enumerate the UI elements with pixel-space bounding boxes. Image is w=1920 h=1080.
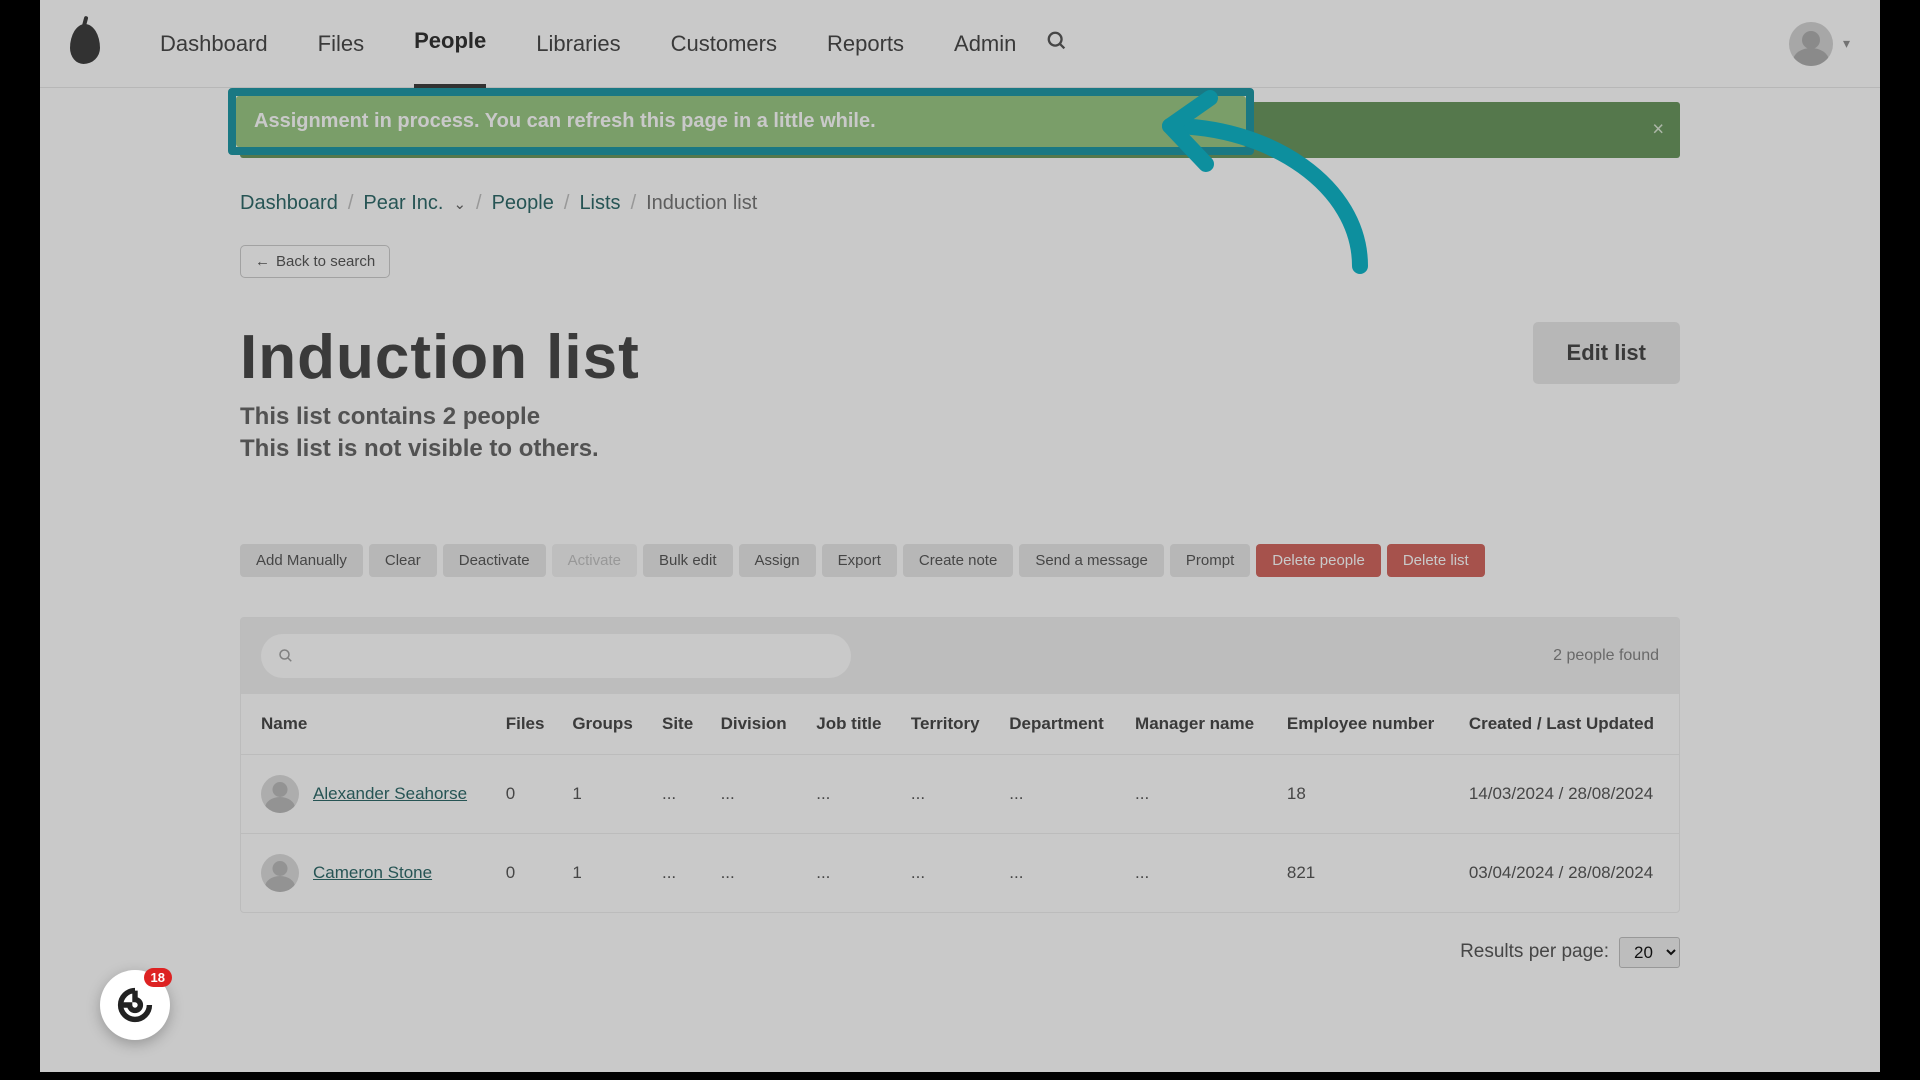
- division-cell: ...: [709, 833, 805, 912]
- column-header[interactable]: Department: [997, 694, 1123, 755]
- back-to-search-button[interactable]: ← Back to search: [240, 245, 390, 278]
- notification-badge: 18: [144, 968, 172, 987]
- nav-item-files[interactable]: Files: [318, 1, 364, 87]
- nav-item-customers[interactable]: Customers: [671, 1, 777, 87]
- files-cell: 0: [494, 754, 561, 833]
- manager-cell: ...: [1123, 833, 1275, 912]
- job-cell: ...: [804, 833, 899, 912]
- close-icon[interactable]: ×: [1652, 119, 1664, 142]
- department-cell: ...: [997, 754, 1123, 833]
- alert-message: Assignment in process. You can refresh t…: [236, 96, 1246, 147]
- files-cell: 0: [494, 833, 561, 912]
- table-row: Cameron Stone01..................82103/0…: [241, 833, 1679, 912]
- breadcrumb-item[interactable]: Pear Inc.: [363, 192, 443, 215]
- column-header[interactable]: Site: [650, 694, 709, 755]
- column-header[interactable]: Employee number: [1275, 694, 1457, 755]
- page-subtitle: This list contains 2 people This list is…: [240, 401, 1680, 466]
- column-header[interactable]: Name: [241, 694, 494, 755]
- search-icon[interactable]: [1046, 30, 1068, 57]
- back-button-label: Back to search: [276, 253, 375, 270]
- prompt-button[interactable]: Prompt: [1170, 544, 1250, 577]
- pager-label: Results per page:: [1460, 941, 1609, 963]
- dates-cell: 03/04/2024 / 28/08/2024: [1457, 833, 1679, 912]
- column-header[interactable]: Created / Last Updated: [1457, 694, 1679, 755]
- subtitle-line: This list is not visible to others.: [240, 433, 1680, 465]
- nav-item-libraries[interactable]: Libraries: [536, 1, 620, 87]
- widget-logo-icon: [117, 987, 153, 1023]
- empno-cell: 821: [1275, 833, 1457, 912]
- department-cell: ...: [997, 833, 1123, 912]
- column-header[interactable]: Manager name: [1123, 694, 1275, 755]
- breadcrumb-item[interactable]: People: [492, 192, 554, 215]
- page-title: Induction list: [240, 322, 640, 393]
- empno-cell: 18: [1275, 754, 1457, 833]
- activate-button: Activate: [552, 544, 637, 577]
- site-cell: ...: [650, 754, 709, 833]
- territory-cell: ...: [899, 833, 997, 912]
- person-link[interactable]: Alexander Seahorse: [313, 784, 467, 804]
- arrow-left-icon: ←: [255, 253, 270, 270]
- nav-item-admin[interactable]: Admin: [954, 1, 1016, 87]
- person-link[interactable]: Cameron Stone: [313, 863, 432, 883]
- groups-cell: 1: [560, 833, 650, 912]
- bulk-edit-button[interactable]: Bulk edit: [643, 544, 733, 577]
- table-row: Alexander Seahorse01..................18…: [241, 754, 1679, 833]
- manager-cell: ...: [1123, 754, 1275, 833]
- column-header[interactable]: Files: [494, 694, 561, 755]
- add-manually-button[interactable]: Add Manually: [240, 544, 363, 577]
- division-cell: ...: [709, 754, 805, 833]
- nav-item-reports[interactable]: Reports: [827, 1, 904, 87]
- name-cell: Alexander Seahorse: [241, 754, 494, 833]
- breadcrumb-separator: /: [564, 192, 570, 215]
- table-search-input[interactable]: [261, 634, 851, 678]
- avatar-icon: [261, 854, 299, 892]
- breadcrumb-separator: /: [348, 192, 354, 215]
- breadcrumb-separator: /: [631, 192, 637, 215]
- breadcrumb: Dashboard / Pear Inc. ⌄ / People / Lists / Induct…: [240, 192, 1680, 215]
- top-nav: Dashboard Files People Libraries Customers Re…: [40, 0, 1880, 88]
- territory-cell: ...: [899, 754, 997, 833]
- job-cell: ...: [804, 754, 899, 833]
- highlight-frame: Assignment in process. You can refresh t…: [228, 88, 1254, 155]
- site-cell: ...: [650, 833, 709, 912]
- assign-button[interactable]: Assign: [739, 544, 816, 577]
- column-header[interactable]: Job title: [804, 694, 899, 755]
- deactivate-button[interactable]: Deactivate: [443, 544, 546, 577]
- create-note-button[interactable]: Create note: [903, 544, 1013, 577]
- action-toolbar: Add ManuallyClearDeactivateActivateBulk …: [240, 544, 1680, 577]
- export-button[interactable]: Export: [822, 544, 897, 577]
- name-cell: Cameron Stone: [241, 833, 494, 912]
- column-header[interactable]: Territory: [899, 694, 997, 755]
- breadcrumb-separator: /: [476, 192, 482, 215]
- column-header[interactable]: Groups: [560, 694, 650, 755]
- delete-people-button[interactable]: Delete people: [1256, 544, 1381, 577]
- delete-list-button[interactable]: Delete list: [1387, 544, 1485, 577]
- dates-cell: 14/03/2024 / 28/08/2024: [1457, 754, 1679, 833]
- breadcrumb-item[interactable]: Dashboard: [240, 192, 338, 215]
- nav-item-dashboard[interactable]: Dashboard: [160, 1, 268, 87]
- avatar-icon: [261, 775, 299, 813]
- breadcrumb-item: Induction list: [646, 192, 757, 215]
- results-count: 2 people found: [1553, 647, 1659, 665]
- help-widget-button[interactable]: 18: [100, 970, 170, 1040]
- subtitle-line: This list contains 2 people: [240, 401, 1680, 433]
- clear-button[interactable]: Clear: [369, 544, 437, 577]
- pear-logo-icon: [70, 24, 100, 64]
- pager: Results per page: 20: [240, 937, 1680, 968]
- chevron-down-icon[interactable]: ▾: [1843, 35, 1850, 52]
- user-avatar-icon[interactable]: [1789, 22, 1833, 66]
- nav-item-people[interactable]: People: [414, 0, 486, 89]
- edit-list-button[interactable]: Edit list: [1533, 322, 1680, 384]
- column-header[interactable]: Division: [709, 694, 805, 755]
- send-a-message-button[interactable]: Send a message: [1019, 544, 1164, 577]
- alert-banner: × Assignment in process. You can refresh…: [240, 102, 1680, 158]
- people-table: 2 people found NameFilesGroupsSiteDivisi…: [240, 617, 1680, 913]
- chevron-down-icon[interactable]: ⌄: [453, 195, 466, 213]
- results-per-page-select[interactable]: 20: [1619, 937, 1680, 968]
- breadcrumb-item[interactable]: Lists: [579, 192, 620, 215]
- groups-cell: 1: [560, 754, 650, 833]
